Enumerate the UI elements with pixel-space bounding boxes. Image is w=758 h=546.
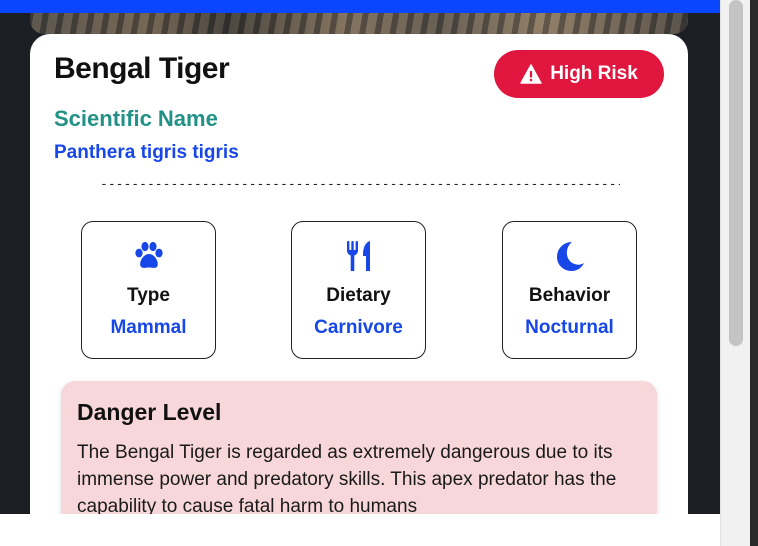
scientific-name-value: Panthera tigris tigris [54, 142, 239, 163]
info-card-type-value: Mammal [110, 317, 187, 338]
utensils-icon [346, 241, 370, 271]
info-card-behavior-label: Behavior [528, 285, 611, 306]
info-card-dietary-value: Carnivore [314, 317, 403, 338]
info-card-type: Type Mammal [81, 221, 216, 359]
info-card-type-label: Type [127, 285, 170, 306]
info-card-dietary-label: Dietary [326, 285, 391, 306]
animal-detail-card: Bengal Tiger High Risk Scientific Name P… [30, 34, 688, 514]
danger-level-title: Danger Level [77, 399, 222, 425]
danger-level-text: The Bengal Tiger is regarded as extremel… [77, 442, 617, 514]
animal-title: Bengal Tiger [54, 52, 230, 85]
info-card-behavior-value: Nocturnal [525, 317, 614, 338]
page-background: Bengal Tiger High Risk Scientific Name P… [0, 0, 720, 514]
danger-level-panel: Danger Level The Bengal Tiger is regarde… [61, 381, 657, 514]
dashed-divider: ----------------------------------------… [100, 178, 620, 192]
high-risk-label: High Risk [550, 63, 638, 84]
window-edge [750, 0, 758, 546]
scientific-name-label: Scientific Name [54, 106, 218, 131]
paw-icon [134, 241, 163, 268]
info-card-behavior: Behavior Nocturnal [502, 221, 637, 359]
moon-icon [556, 242, 584, 271]
top-header-bar [0, 0, 720, 13]
warning-triangle-icon [520, 64, 542, 84]
page-bottom-edge [0, 514, 720, 546]
high-risk-button[interactable]: High Risk [494, 50, 664, 98]
scrollbar-thumb[interactable] [729, 0, 743, 346]
info-card-dietary: Dietary Carnivore [291, 221, 426, 359]
